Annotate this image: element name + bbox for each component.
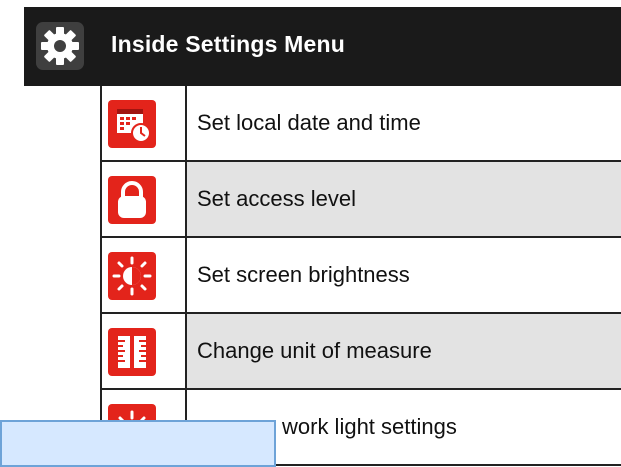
settings-header: Inside Settings Menu xyxy=(24,7,621,86)
menu-item-icon-cell xyxy=(102,86,187,160)
menu-item-label: Set local date and time xyxy=(197,110,421,135)
brightness-icon xyxy=(108,252,156,300)
menu-item-label: Set screen brightness xyxy=(197,262,410,287)
page-title: Inside Settings Menu xyxy=(111,31,346,57)
overlay-box xyxy=(0,420,276,467)
menu-item-label: work light settings xyxy=(282,414,457,439)
menu-item-label: Change unit of measure xyxy=(197,338,432,363)
menu-item-screen-brightness[interactable]: Set screen brightness xyxy=(100,238,621,314)
menu-item-date-time[interactable]: Set local date and time xyxy=(100,86,621,162)
menu-item-icon-cell xyxy=(102,162,187,236)
menu-item-unit-of-measure[interactable]: Change unit of measure xyxy=(100,314,621,390)
calendar-clock-icon xyxy=(108,100,156,148)
lock-icon xyxy=(108,176,156,224)
menu-item-access-level[interactable]: Set access level xyxy=(100,162,621,238)
menu-item-icon-cell xyxy=(102,238,187,312)
ruler-icon xyxy=(108,328,156,376)
settings-menu-list: Set local date and time Set access level xyxy=(100,86,621,467)
menu-item-icon-cell xyxy=(102,314,187,388)
menu-item-label: Set access level xyxy=(197,186,356,211)
gear-icon xyxy=(36,22,84,70)
